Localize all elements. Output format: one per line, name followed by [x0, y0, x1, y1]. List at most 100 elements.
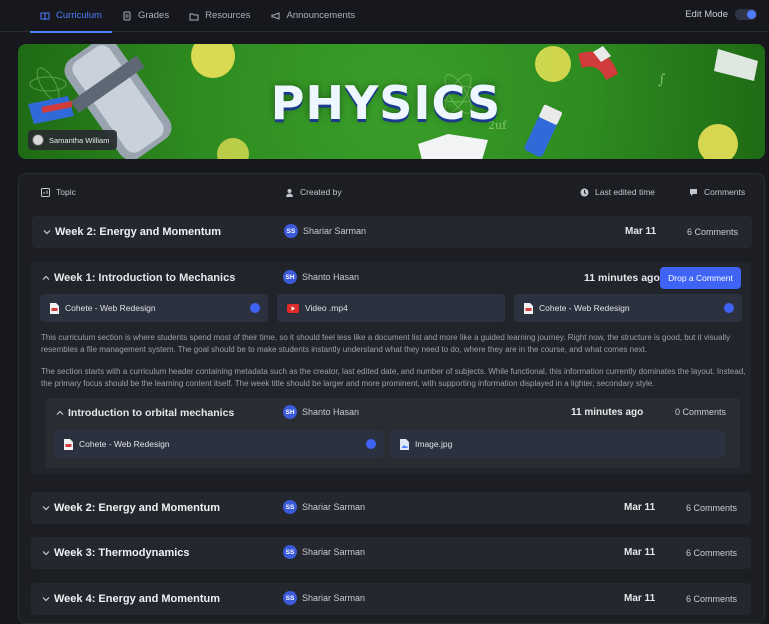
attachment-name: Image.jpg [415, 439, 453, 449]
edit-mode-toggle[interactable] [735, 9, 757, 20]
attachment-pdf[interactable]: Cohete - Web Redesign [514, 294, 742, 322]
folder-icon [189, 13, 199, 20]
table-header: Topic Created by Last edited time Commen… [19, 174, 766, 210]
avatar: SS [283, 500, 297, 514]
row-creator: SS Shariar Sarman [284, 224, 366, 238]
row-comments[interactable]: 6 Comments [686, 548, 737, 558]
banner-author-name: Samantha William [49, 135, 110, 145]
notebook-illustration [418, 134, 488, 159]
tab-resources[interactable]: Resources [179, 0, 260, 32]
sub-topic-title: Introduction to orbital mechanics [68, 407, 235, 419]
row-comments[interactable]: 6 Comments [686, 503, 737, 513]
pdf-file-icon [524, 302, 533, 314]
chevron-down-icon[interactable] [42, 595, 50, 603]
magnet-illustration [28, 96, 74, 124]
row-comments[interactable]: 6 Comments [686, 594, 737, 604]
row-title: Week 2: Energy and Momentum [55, 226, 222, 238]
expanded-week-section: Week 1: Introduction to Mechanics SH Sha… [31, 262, 751, 474]
table-row[interactable]: Week 3: Thermodynamics SS Shariar Sarman… [31, 537, 751, 569]
chevron-down-icon[interactable] [43, 228, 51, 236]
light-glow [217, 138, 249, 159]
tab-label: Resources [205, 10, 251, 21]
course-banner: ∫ 2uf PHYSICS [18, 44, 765, 159]
light-glow [698, 124, 738, 159]
row-date: Mar 11 [624, 593, 656, 604]
banner-title: PHYSICS [270, 76, 502, 130]
avatar: SS [283, 591, 297, 605]
header-label: Last edited time [595, 187, 656, 197]
formula-doodle: ∫ [658, 72, 665, 88]
play-icon[interactable] [366, 439, 376, 449]
header-label: Created by [300, 187, 342, 197]
attachment-video[interactable]: Video .mp4 [277, 294, 505, 322]
document-icon [123, 11, 131, 20]
tab-announcements[interactable]: Announcements [261, 0, 366, 32]
creator-name: Shanto Hasan [302, 407, 360, 417]
creator-name: Shariar Sarman [303, 226, 367, 236]
attachment-name: Cohete - Web Redesign [65, 303, 156, 313]
week-title: Week 1: Introduction to Mechanics [54, 272, 236, 284]
attachment-pdf[interactable]: Cohete - Web Redesign [54, 430, 384, 458]
edit-mode-label: Edit Mode [685, 9, 728, 20]
table-row[interactable]: Week 4: Energy and Momentum SS Shariar S… [31, 583, 751, 615]
tab-grades[interactable]: Grades [112, 0, 179, 32]
week-description: The section starts with a curriculum hea… [41, 367, 746, 388]
header-label: Comments [704, 187, 746, 197]
creator-name: Shariar Sarman [302, 502, 366, 512]
row-date: 11 minutes ago [571, 407, 644, 418]
light-glow [535, 46, 571, 82]
row-comments[interactable]: 6 Comments [687, 227, 738, 237]
tab-curriculum[interactable]: Curriculum [30, 0, 112, 33]
chevron-down-icon[interactable] [42, 504, 50, 512]
play-icon[interactable] [724, 303, 734, 313]
row-date: Mar 11 [624, 502, 656, 513]
chevron-up-icon[interactable] [42, 274, 50, 282]
book-icon [40, 12, 50, 20]
attachment-image[interactable]: Image.jpg [390, 430, 725, 458]
banner-author-chip[interactable]: Samantha William [28, 130, 118, 150]
avatar: SS [284, 224, 298, 238]
table-row[interactable]: Week 2: Energy and Momentum SS Shariar S… [32, 216, 752, 248]
magnet-illustration [578, 46, 618, 80]
avatar: SS [283, 545, 297, 559]
user-icon [286, 188, 293, 197]
row-creator: SS Shariar Sarman [283, 591, 365, 605]
header-comments[interactable]: Comments [689, 187, 745, 197]
creator-name: Shariar Sarman [302, 593, 366, 603]
creator-name: Shariar Sarman [302, 547, 366, 557]
table-row[interactable]: Week 2: Energy and Momentum SS Shariar S… [31, 492, 751, 524]
header-created-by[interactable]: Created by [285, 187, 342, 197]
megaphone-icon [271, 11, 280, 20]
avatar [32, 134, 44, 146]
clock-icon [580, 188, 589, 196]
tab-label: Grades [137, 10, 170, 21]
creator-name: Shanto Hasan [302, 272, 360, 282]
row-title: Week 2: Energy and Momentum [54, 502, 221, 514]
chevron-up-icon[interactable] [56, 409, 64, 417]
drop-comment-button[interactable]: Drop a Comment [660, 267, 741, 289]
row-title: Week 3: Thermodynamics [54, 547, 190, 559]
tab-bar: Curriculum Grades Resources Announcement… [30, 0, 366, 33]
row-creator: SS Shariar Sarman [283, 545, 365, 559]
row-creator: SH Shanto Hasan [283, 405, 359, 419]
pdf-file-icon [64, 438, 73, 450]
play-icon[interactable] [250, 303, 260, 313]
edit-mode-control: Edit Mode [685, 9, 757, 20]
attachment-name: Cohete - Web Redesign [79, 439, 170, 449]
row-date: Mar 11 [625, 226, 657, 237]
sub-topic-section: Introduction to orbital mechanics SH Sha… [45, 398, 740, 468]
video-icon [287, 303, 299, 313]
tab-label: Curriculum [56, 10, 102, 21]
header-topic[interactable]: Topic [41, 187, 76, 197]
header-last-edited[interactable]: Last edited time [580, 187, 655, 197]
chevron-down-icon[interactable] [42, 549, 50, 557]
row-comments[interactable]: 0 Comments [675, 407, 726, 417]
attachment-pdf[interactable]: Cohete - Web Redesign [40, 294, 268, 322]
magnet-illustration [524, 104, 562, 157]
tab-label: Announcements [286, 10, 356, 21]
atom-doodle [29, 67, 67, 101]
row-creator: SH Shanto Hasan [283, 270, 359, 284]
row-creator: SS Shariar Sarman [283, 500, 365, 514]
top-navigation: Curriculum Grades Resources Announcement… [0, 0, 769, 33]
pdf-file-icon [50, 302, 59, 314]
